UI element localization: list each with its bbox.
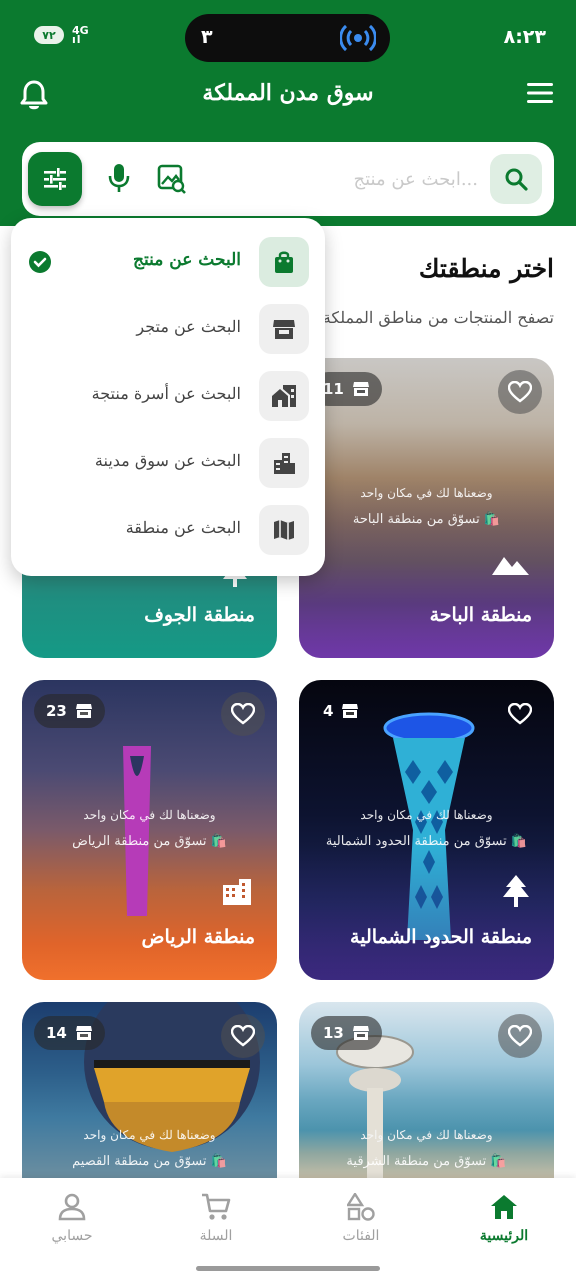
favorite-heart-button[interactable] xyxy=(498,1014,542,1058)
favorite-heart-button[interactable] xyxy=(221,1014,265,1058)
check-circle-icon xyxy=(29,251,51,273)
nav-account[interactable]: حسابي xyxy=(22,1190,122,1244)
menu-item-label: البحث عن منطقة xyxy=(125,518,241,537)
heart-icon xyxy=(508,381,532,403)
card-shop-text: تسوّق من منطقة القصيم 🛍️ xyxy=(72,1154,227,1169)
nav-home[interactable]: الرئيسية xyxy=(454,1190,554,1244)
status-bar: ٧٢ 4G ıl ٣ ٨:٢٣ xyxy=(0,0,576,70)
search-bar xyxy=(22,142,554,216)
menu-item-search-region[interactable]: البحث عن منطقة xyxy=(11,505,325,557)
menu-item-search-product[interactable]: البحث عن منتج xyxy=(11,237,325,289)
image-search-icon[interactable] xyxy=(156,162,186,198)
menu-item-label: البحث عن سوق مدينة xyxy=(94,451,241,470)
region-card-eastern[interactable]: 13 وضعناها لك في مكان واحد تسوّق من منطق… xyxy=(299,1002,554,1180)
menu-item-search-store[interactable]: البحث عن متجر xyxy=(11,304,325,356)
search-input[interactable] xyxy=(228,164,478,194)
region-card-northern-borders[interactable]: 4 وضعناها لك في مكان واحد تسوّق من منطقة… xyxy=(299,680,554,980)
categories-icon xyxy=(311,1190,411,1224)
menu-item-search-city-market[interactable]: البحث عن سوق مدينة xyxy=(11,438,325,490)
status-indicators: ٧٢ 4G ıl xyxy=(34,24,89,46)
map-icon xyxy=(259,505,309,555)
card-tagline: وضعناها لك في مكان واحد xyxy=(83,1128,216,1142)
network-indicator: 4G ıl xyxy=(72,24,89,46)
search-button[interactable] xyxy=(490,154,542,204)
heart-icon xyxy=(231,703,255,725)
dynamic-island: ٣ xyxy=(185,14,390,62)
card-shop-text: تسوّق من منطقة الشرقية 🛍️ xyxy=(346,1154,507,1169)
favorite-heart-button[interactable] xyxy=(498,370,542,414)
voice-search-mic-icon[interactable] xyxy=(106,162,132,198)
store-icon xyxy=(75,704,92,718)
cart-icon xyxy=(166,1190,266,1224)
region-name: منطقة الرياض xyxy=(141,926,255,948)
card-shop-text: تسوّق من منطقة الباحة 🛍️ xyxy=(352,512,501,527)
app-header: ٧٢ 4G ıl ٣ ٨:٢٣ سوق مدن المملكة ابحث عن … xyxy=(0,0,576,226)
home-work-icon xyxy=(259,371,309,421)
kingdom-tower-illustration xyxy=(123,746,151,916)
hamburger-menu-icon[interactable] xyxy=(526,82,554,108)
search-icon xyxy=(505,168,528,191)
store-icon xyxy=(259,304,309,354)
search-filter-button[interactable] xyxy=(28,152,82,206)
nav-categories[interactable]: الفئات xyxy=(311,1190,411,1244)
app-title: سوق مدن المملكة xyxy=(202,80,374,106)
region-name: منطقة الباحة xyxy=(429,604,532,626)
section-title: اختر منطقتك xyxy=(418,254,554,283)
heart-icon xyxy=(231,1025,255,1047)
region-card-qassim[interactable]: 14 وضعناها لك في مكان واحد تسوّق من منطق… xyxy=(22,1002,277,1180)
person-icon xyxy=(22,1190,122,1224)
buildings-icon xyxy=(221,875,253,911)
store-count-badge: 13 xyxy=(311,1016,382,1050)
card-tagline: وضعناها لك في مكان واحد xyxy=(83,808,216,822)
home-indicator-bar[interactable] xyxy=(196,1266,380,1271)
status-time: ٨:٢٣ xyxy=(503,26,546,48)
region-name: منطقة الجوف xyxy=(144,604,255,626)
top-app-bar: سوق مدن المملكة xyxy=(0,70,576,126)
card-tagline: وضعناها لك في مكان واحد xyxy=(360,808,493,822)
city-icon xyxy=(259,438,309,488)
tune-icon xyxy=(44,168,66,190)
mountain-icon xyxy=(492,553,530,581)
region-name: منطقة الحدود الشمالية xyxy=(350,926,532,948)
store-icon xyxy=(352,382,369,396)
nav-label: الرئيسية xyxy=(479,1228,529,1244)
menu-item-search-family[interactable]: البحث عن أسرة منتجة xyxy=(11,371,325,423)
shopping-bag-icon xyxy=(259,237,309,287)
store-icon xyxy=(342,704,359,718)
region-card-riyadh[interactable]: 23 وضعناها لك في مكان واحد تسوّق من منطق… xyxy=(22,680,277,980)
store-count-badge: 14 xyxy=(34,1016,105,1050)
nav-label: حسابي xyxy=(51,1228,93,1244)
card-tagline: وضعناها لك في مكان واحد xyxy=(360,486,493,500)
menu-item-label: البحث عن متجر xyxy=(136,317,241,336)
home-icon xyxy=(454,1190,554,1224)
nav-label: السلة xyxy=(199,1228,233,1244)
region-card-al-baha[interactable]: 11 وضعناها لك في مكان واحد تسوّق من منطق… xyxy=(299,358,554,658)
section-subtitle: تصفح المنتجات من مناطق المملكة ا xyxy=(313,308,554,327)
store-count-badge: 4 xyxy=(311,694,371,728)
store-count-badge: 23 xyxy=(34,694,105,728)
card-shop-text: تسوّق من منطقة الرياض 🛍️ xyxy=(72,834,227,849)
heart-icon xyxy=(508,703,532,725)
island-counter: ٣ xyxy=(201,26,213,48)
menu-item-label: البحث عن أسرة منتجة xyxy=(91,384,241,403)
search-type-menu: البحث عن منتج البحث عن متجر البحث عن أسر… xyxy=(11,218,325,576)
card-shop-text: تسوّق من منطقة الحدود الشمالية 🛍️ xyxy=(325,834,528,849)
bottom-navigation: الرئيسية الفئات السلة حسابي xyxy=(0,1178,576,1280)
card-tagline: وضعناها لك في مكان واحد xyxy=(360,1128,493,1142)
heart-icon xyxy=(508,1025,532,1047)
menu-item-label: البحث عن منتج xyxy=(133,250,241,270)
battery-indicator: ٧٢ xyxy=(34,26,64,44)
broadcast-icon xyxy=(339,22,377,58)
nav-cart[interactable]: السلة xyxy=(166,1190,266,1244)
store-icon xyxy=(352,1026,369,1040)
favorite-heart-button[interactable] xyxy=(498,692,542,736)
store-icon xyxy=(75,1026,92,1040)
favorite-heart-button[interactable] xyxy=(221,692,265,736)
tree-icon xyxy=(502,875,530,913)
nav-label: الفئات xyxy=(342,1228,380,1244)
